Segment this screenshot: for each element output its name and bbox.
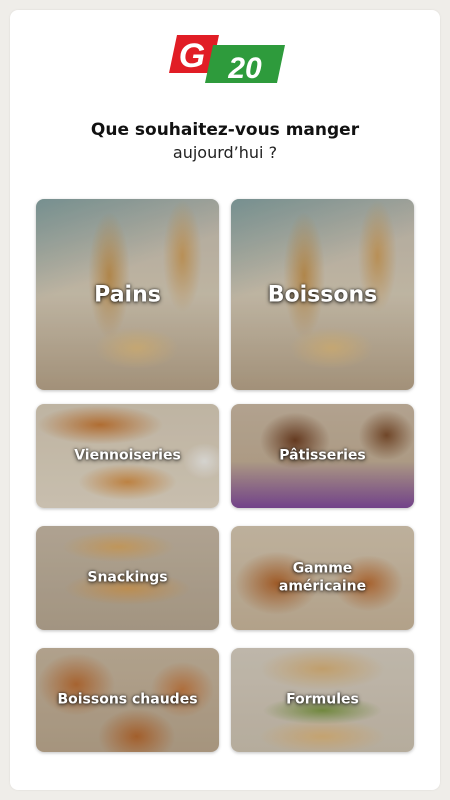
category-tile-boissons-chaudes[interactable]: Boissons chaudes bbox=[36, 648, 219, 752]
category-label: Boissons bbox=[267, 281, 378, 307]
category-label: Boissons chaudes bbox=[57, 691, 198, 708]
category-tile-pains[interactable]: Pains bbox=[36, 199, 219, 390]
category-tile-gamme-americaine[interactable]: Gamme américaine bbox=[231, 526, 414, 630]
svg-text:G: G bbox=[179, 37, 205, 75]
category-label: Snackings bbox=[87, 569, 168, 586]
page-question: Que souhaitez-vous manger aujourd’hui ? bbox=[0, 118, 450, 164]
category-tile-viennoiseries[interactable]: Viennoiseries bbox=[36, 404, 219, 508]
category-label: Formules bbox=[286, 691, 359, 708]
category-label: Pâtisseries bbox=[279, 447, 366, 464]
category-label: Pains bbox=[94, 281, 161, 307]
category-tile-boissons[interactable]: Boissons bbox=[231, 199, 414, 390]
question-line-2: aujourd’hui ? bbox=[172, 143, 278, 162]
g20-logo: G 20 bbox=[163, 33, 287, 83]
question-line-1: Que souhaitez-vous manger bbox=[90, 120, 360, 140]
g20-logo-icon: G 20 bbox=[169, 35, 285, 83]
svg-text:20: 20 bbox=[227, 52, 262, 83]
category-tile-patisseries[interactable]: Pâtisseries bbox=[231, 404, 414, 508]
category-tile-snackings[interactable]: Snackings bbox=[36, 526, 219, 630]
category-label: Gamme américaine bbox=[278, 560, 367, 595]
category-label: Viennoiseries bbox=[74, 447, 181, 464]
category-tile-formules[interactable]: Formules bbox=[231, 648, 414, 752]
